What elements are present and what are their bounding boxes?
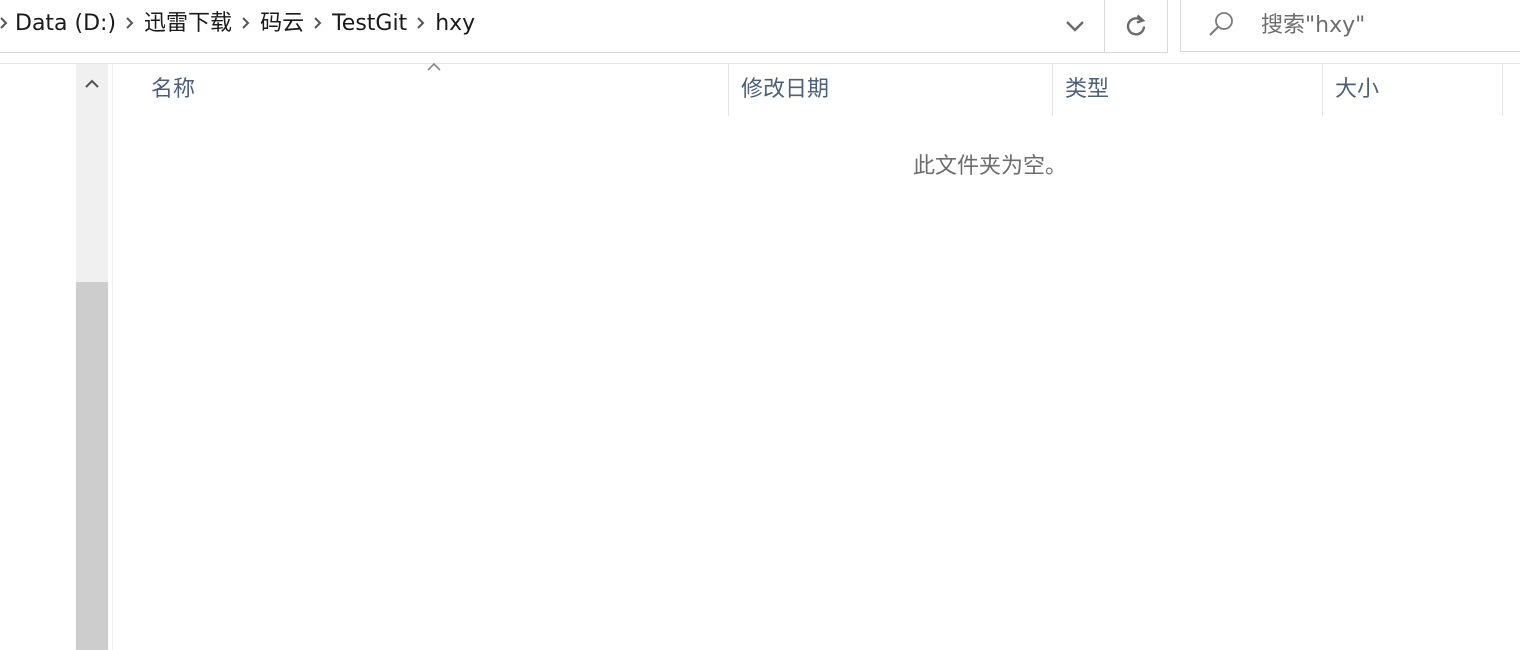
column-header-type[interactable]: 类型	[1052, 64, 1323, 116]
search-box[interactable]	[1180, 0, 1520, 52]
scroll-up-button[interactable]	[76, 64, 108, 102]
column-header-row: 名称 修改日期 类型 大小	[113, 62, 1520, 116]
breadcrumb: Data (D:) 迅雷下载 码云 TestGit hxy	[0, 0, 480, 48]
breadcrumb-item-xunlei[interactable]: 迅雷下载	[139, 0, 237, 48]
scrollbar-thumb[interactable]	[76, 282, 108, 650]
file-explorer-window: Data (D:) 迅雷下载 码云 TestGit hxy 搜索"hxy" 名称…	[0, 0, 1520, 650]
chevron-right-icon[interactable]	[412, 0, 430, 48]
breadcrumb-item-testgit[interactable]: TestGit	[327, 0, 412, 48]
breadcrumb-item-mayun[interactable]: 码云	[255, 0, 309, 48]
empty-folder-message: 此文件夹为空。	[913, 154, 1068, 179]
navigation-pane-scrollbar[interactable]	[76, 64, 108, 650]
chevron-right-icon[interactable]	[237, 0, 255, 48]
address-bar[interactable]: Data (D:) 迅雷下载 码云 TestGit hxy	[0, 0, 1104, 53]
search-icon	[1209, 12, 1233, 36]
search-input[interactable]	[1261, 8, 1511, 42]
column-header-date-modified[interactable]: 修改日期	[728, 64, 1053, 116]
chevron-right-icon[interactable]	[0, 0, 10, 48]
column-header-size[interactable]: 大小	[1322, 64, 1503, 116]
address-toolbar: Data (D:) 迅雷下载 码云 TestGit hxy	[0, 0, 1520, 64]
chevron-right-icon[interactable]	[121, 0, 139, 48]
navigation-pane[interactable]	[0, 64, 76, 650]
column-header-name[interactable]: 名称	[139, 64, 729, 116]
chevron-up-icon	[85, 79, 99, 88]
refresh-icon	[1126, 14, 1146, 36]
address-history-dropdown-button[interactable]	[1048, 0, 1102, 52]
pane-divider[interactable]	[112, 64, 113, 650]
refresh-button[interactable]	[1104, 0, 1168, 53]
chevron-right-icon[interactable]	[309, 0, 327, 48]
breadcrumb-item-hxy[interactable]: hxy	[430, 0, 480, 48]
chevron-down-icon	[1066, 20, 1084, 32]
breadcrumb-item-data-drive[interactable]: Data (D:)	[10, 0, 121, 48]
